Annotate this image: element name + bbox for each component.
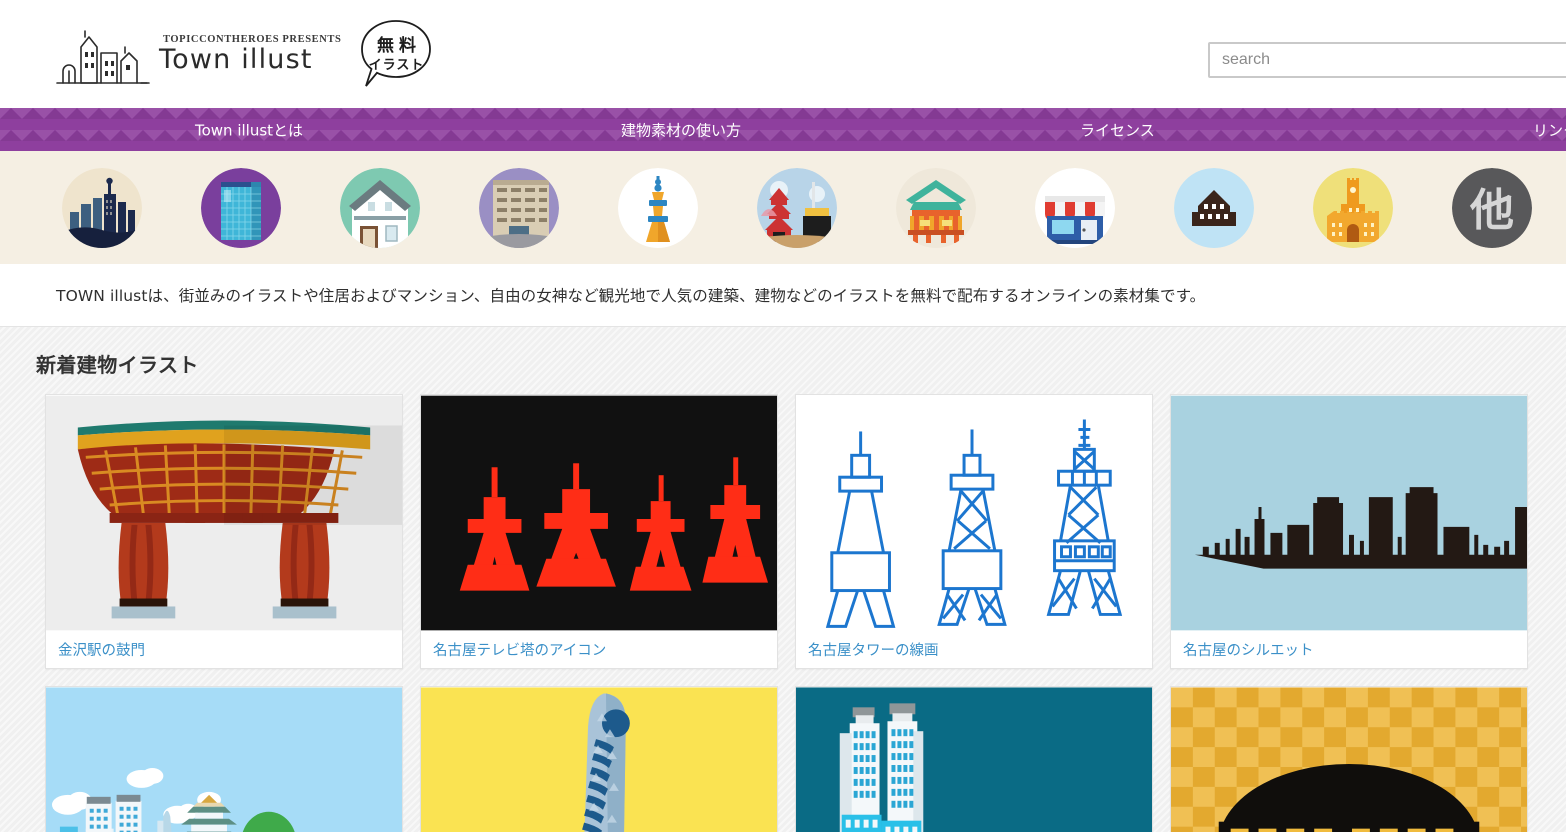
search-input[interactable] [1208, 42, 1566, 78]
nav-item-1[interactable]: 建物素材の使い方 [621, 119, 741, 140]
main-content: 新着建物イラスト 金沢駅の鼓門 名古屋テレビ塔のアイコン 名古屋タワーの線画 名… [0, 327, 1566, 832]
category-skyscraper[interactable] [201, 167, 281, 248]
nav-item-3[interactable]: リンク [1533, 119, 1566, 140]
category-apartment[interactable] [479, 167, 559, 248]
logo-name: Town illust [159, 43, 313, 75]
intro-text: TOWN illustは、街並みのイラストや住居およびマンション、自由の女神など… [56, 287, 1206, 305]
city-castle-sky-illustration [46, 687, 402, 832]
category-cityscape[interactable] [62, 167, 142, 248]
intro-section: TOWN illustは、街並みのイラストや住居およびマンション、自由の女神など… [0, 264, 1566, 327]
illustration-grid: 金沢駅の鼓門 名古屋テレビ塔のアイコン 名古屋タワーの線画 名古屋のシルエット [0, 378, 1566, 832]
school-icon [1174, 167, 1254, 248]
category-tower[interactable] [618, 167, 698, 248]
category-icon-strip: 他 [0, 151, 1566, 264]
tsuzumi-gate-illustration [46, 395, 402, 631]
illustration-card[interactable]: 名古屋タワーの線画 [795, 394, 1153, 669]
card-thumbnail [46, 687, 402, 832]
cityscape-icon [62, 167, 142, 248]
skyscraper-icon [201, 167, 281, 248]
dome-checker-illustration [1171, 687, 1527, 832]
card-title[interactable]: 名古屋タワーの線画 [796, 631, 1152, 668]
nagoya-city-silhouette-illustration [1171, 395, 1527, 631]
category-western-building[interactable] [1313, 167, 1393, 248]
category-school[interactable] [1174, 167, 1254, 248]
other-kanji-icon: 他 [1452, 167, 1532, 248]
page-title: 新着建物イラスト [36, 353, 199, 377]
nagoya-tower-lineart-illustration [796, 395, 1152, 631]
illustration-card[interactable] [1170, 686, 1528, 832]
illustration-card[interactable]: 名古屋テレビ塔のアイコン [420, 394, 778, 669]
card-title[interactable]: 名古屋のシルエット [1171, 631, 1527, 668]
card-thumbnail [1171, 395, 1527, 631]
badge-kana: イラスト [368, 58, 425, 73]
sightseeing-icon [757, 167, 837, 248]
svg-text:他: 他 [1469, 185, 1514, 236]
free-illust-badge: 無料 イラスト [357, 18, 435, 90]
category-temple[interactable] [896, 167, 976, 248]
card-thumbnail [1171, 687, 1527, 832]
logo-text-block: TOPICCONTHEROES PRESENTS Town illust [159, 34, 341, 74]
shop-icon [1035, 167, 1115, 248]
house-icon [340, 167, 420, 248]
category-house[interactable] [340, 167, 420, 248]
illustration-card[interactable] [45, 686, 403, 832]
card-thumbnail [421, 687, 777, 832]
spiral-tower-illustration [421, 687, 777, 832]
town-skyline-logo-icon [56, 30, 150, 84]
illustration-card[interactable]: 名古屋のシルエット [1170, 394, 1528, 669]
site-logo[interactable]: TOPICCONTHEROES PRESENTS Town illust 無料 … [55, 14, 435, 94]
illustration-card[interactable]: 金沢駅の鼓門 [45, 394, 403, 669]
category-sightseeing[interactable] [757, 167, 837, 248]
tower-icon [618, 167, 698, 248]
card-title[interactable]: 名古屋テレビ塔のアイコン [421, 631, 777, 668]
badge-kanji: 無料 [376, 36, 421, 56]
twin-towers-illustration [796, 687, 1152, 832]
site-header: TOPICCONTHEROES PRESENTS Town illust 無料 … [0, 0, 1566, 108]
nav-item-2[interactable]: ライセンス [1080, 119, 1155, 140]
category-shop[interactable] [1035, 167, 1115, 248]
illustration-card[interactable] [795, 686, 1153, 832]
card-thumbnail [796, 395, 1152, 631]
illustration-card[interactable] [420, 686, 778, 832]
card-thumbnail [421, 395, 777, 631]
card-thumbnail [796, 687, 1152, 832]
card-thumbnail [46, 395, 402, 631]
apartment-icon [479, 167, 559, 248]
western-building-icon [1313, 167, 1393, 248]
card-title[interactable]: 金沢駅の鼓門 [46, 631, 402, 668]
category-other[interactable]: 他 [1452, 167, 1532, 248]
nagoya-tv-tower-icons-illustration [421, 395, 777, 631]
nav-items-container: Town illustとは 建物素材の使い方 ライセンス リンク [0, 108, 1566, 151]
main-navigation: Town illustとは 建物素材の使い方 ライセンス リンク [0, 108, 1566, 151]
temple-icon [896, 167, 976, 248]
nav-item-0[interactable]: Town illustとは [195, 119, 303, 140]
